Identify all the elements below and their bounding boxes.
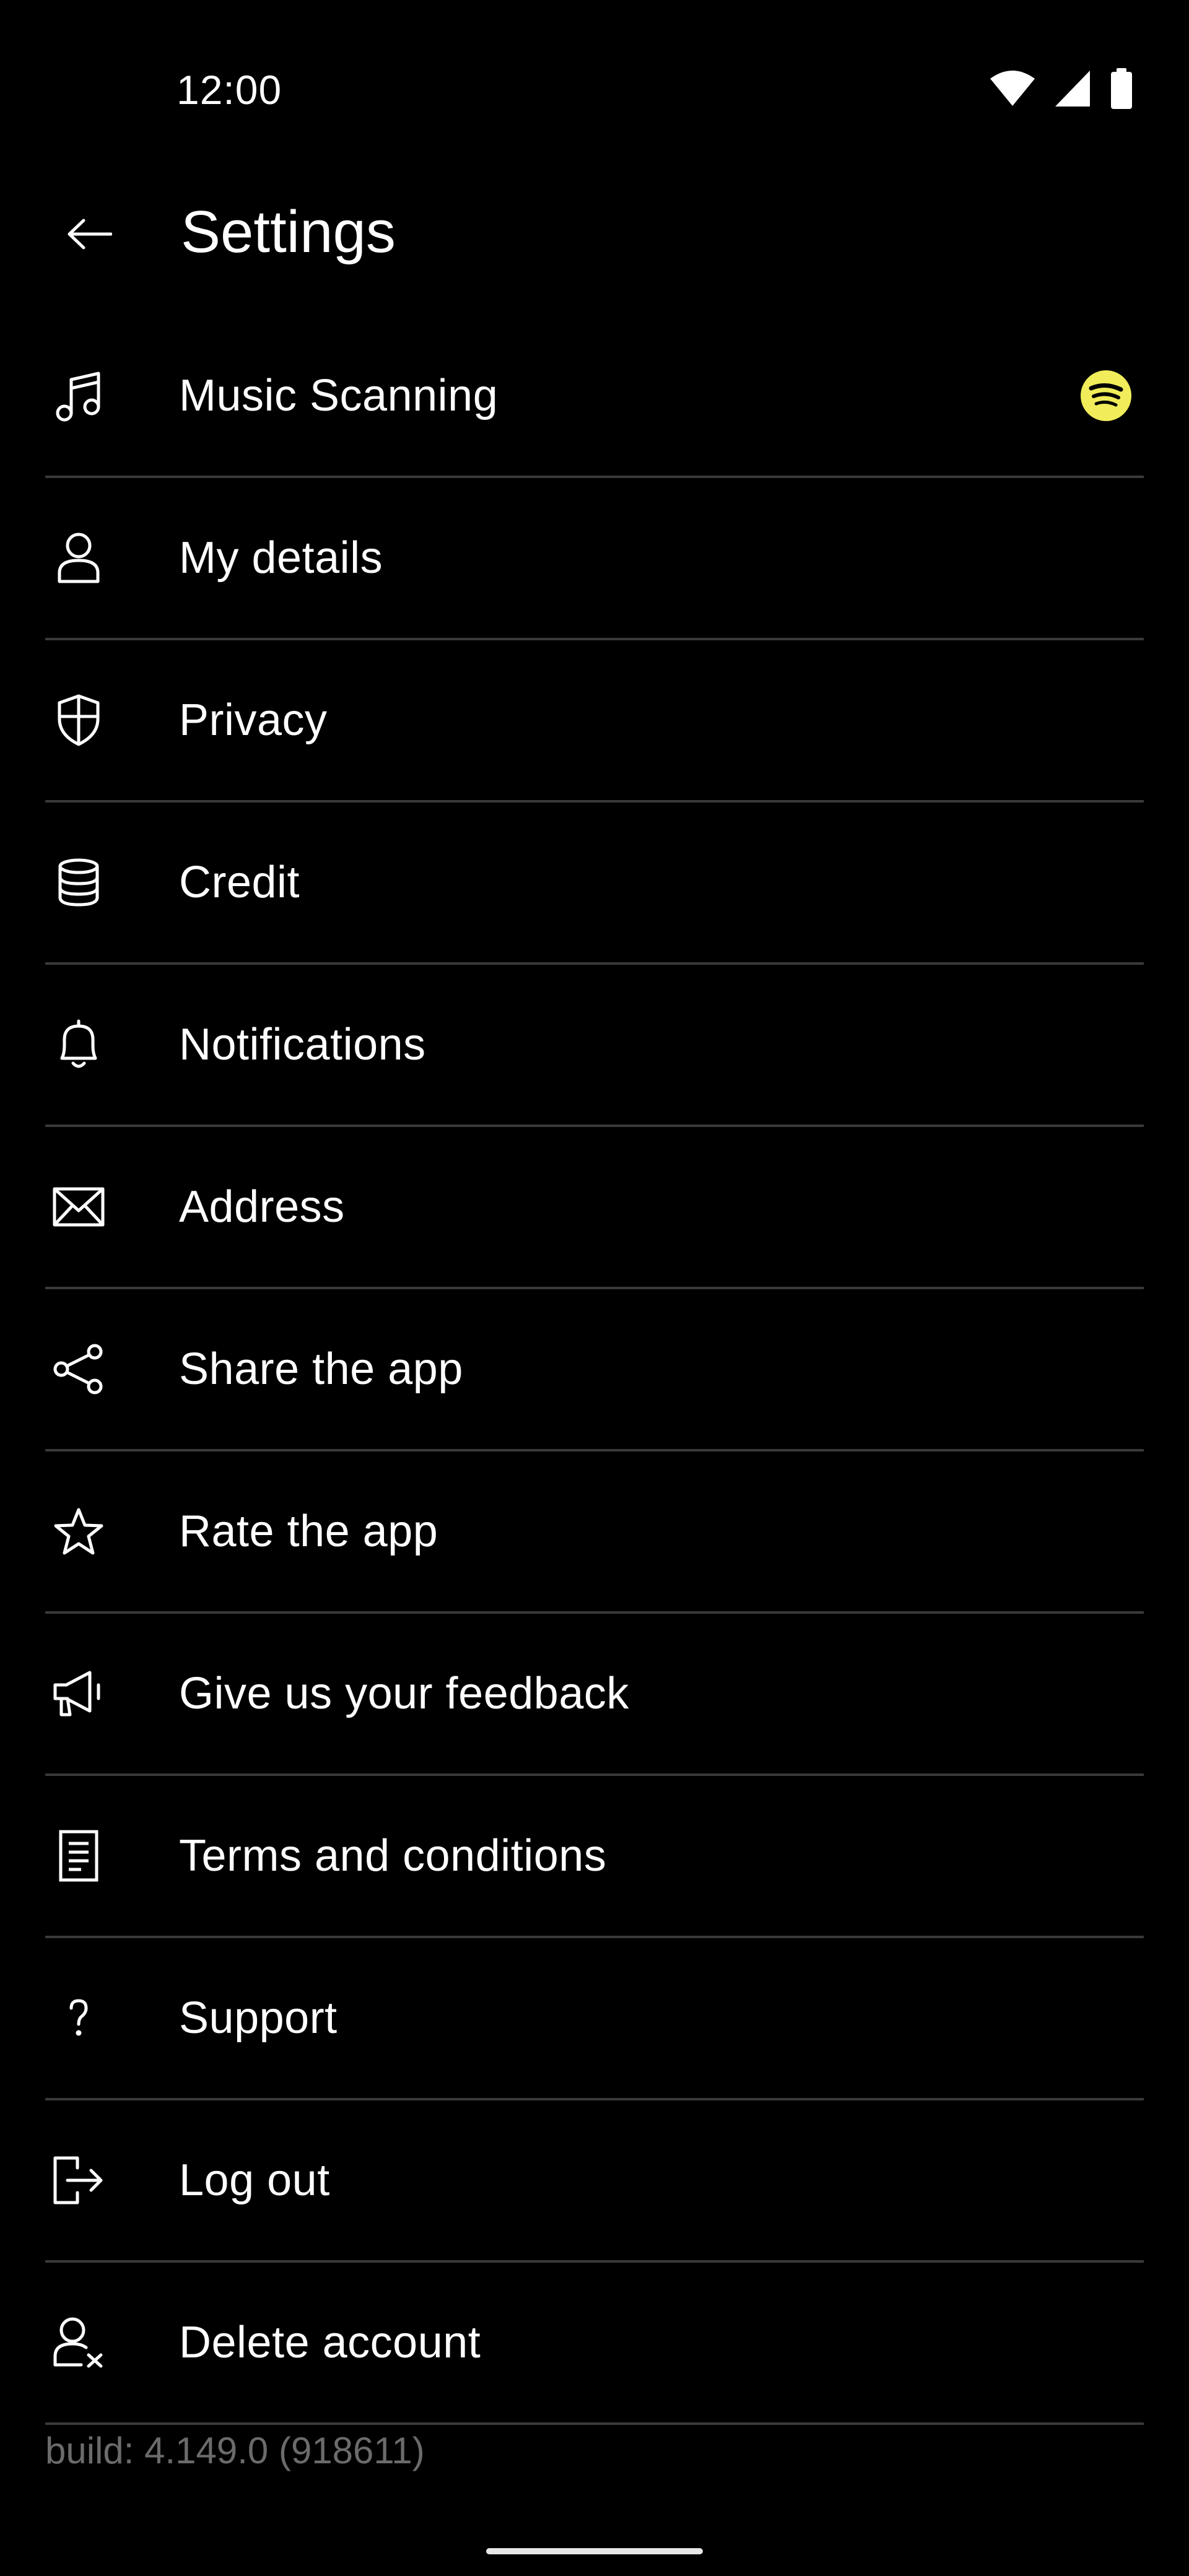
coin-stack-icon bbox=[53, 856, 105, 908]
wifi-icon bbox=[990, 70, 1035, 107]
build-info: build: 4.149.0 (918611) bbox=[45, 2430, 425, 2471]
settings-item-label: Log out bbox=[179, 2156, 330, 2205]
document-icon bbox=[53, 1830, 105, 1882]
settings-item-share-the-app[interactable]: Share the app bbox=[45, 1289, 1144, 1451]
settings-item-privacy[interactable]: Privacy bbox=[45, 640, 1144, 803]
status-icons bbox=[990, 68, 1133, 109]
settings-item-log-out[interactable]: Log out bbox=[45, 2100, 1144, 2263]
settings-item-credit[interactable]: Credit bbox=[45, 803, 1144, 965]
status-time: 12:00 bbox=[176, 67, 282, 113]
settings-item-notifications[interactable]: Notifications bbox=[45, 965, 1144, 1127]
settings-item-rate-the-app[interactable]: Rate the app bbox=[45, 1451, 1144, 1614]
settings-item-delete-account[interactable]: Delete account bbox=[45, 2263, 1144, 2425]
bell-icon bbox=[53, 1019, 105, 1071]
settings-item-label: Share the app bbox=[179, 1344, 463, 1394]
settings-item-label: Delete account bbox=[179, 2318, 481, 2367]
person-icon bbox=[53, 532, 105, 584]
settings-list: Music Scanning My details Privacy Credit… bbox=[45, 316, 1144, 2425]
envelope-icon bbox=[53, 1181, 105, 1233]
delete-user-icon bbox=[53, 2317, 105, 2369]
music-note-icon bbox=[53, 370, 105, 422]
cellular-signal-icon bbox=[1054, 69, 1091, 108]
settings-item-support[interactable]: Support bbox=[45, 1938, 1144, 2100]
megaphone-icon bbox=[53, 1668, 105, 1720]
settings-item-label: Support bbox=[179, 1993, 338, 2043]
settings-item-music-scanning[interactable]: Music Scanning bbox=[45, 316, 1144, 478]
settings-item-label: Credit bbox=[179, 858, 300, 907]
star-icon bbox=[53, 1505, 105, 1557]
share-icon bbox=[53, 1343, 105, 1395]
status-bar: 12:00 bbox=[0, 0, 1189, 186]
settings-item-label: Give us your feedback bbox=[179, 1669, 629, 1718]
settings-item-my-details[interactable]: My details bbox=[45, 478, 1144, 640]
settings-item-terms-and-conditions[interactable]: Terms and conditions bbox=[45, 1776, 1144, 1938]
question-icon bbox=[53, 1992, 105, 2044]
home-indicator[interactable] bbox=[486, 2548, 703, 2554]
settings-item-label: Address bbox=[179, 1182, 345, 1232]
settings-item-label: Notifications bbox=[179, 1020, 426, 1069]
settings-item-give-us-your-feedback[interactable]: Give us your feedback bbox=[45, 1614, 1144, 1776]
battery-icon bbox=[1110, 68, 1133, 109]
settings-item-label: Privacy bbox=[179, 695, 328, 745]
settings-item-label: Music Scanning bbox=[179, 371, 499, 420]
settings-item-label: Rate the app bbox=[179, 1507, 438, 1556]
settings-item-label: My details bbox=[179, 533, 383, 583]
app-bar: Settings bbox=[0, 186, 1189, 279]
settings-item-label: Terms and conditions bbox=[179, 1831, 607, 1881]
shield-icon bbox=[53, 694, 105, 746]
spotify-icon bbox=[1081, 370, 1131, 421]
arrow-left-icon bbox=[68, 219, 113, 253]
page-title: Settings bbox=[181, 199, 396, 265]
settings-item-address[interactable]: Address bbox=[45, 1127, 1144, 1289]
back-button[interactable] bbox=[50, 204, 130, 266]
logout-icon bbox=[53, 2154, 105, 2206]
